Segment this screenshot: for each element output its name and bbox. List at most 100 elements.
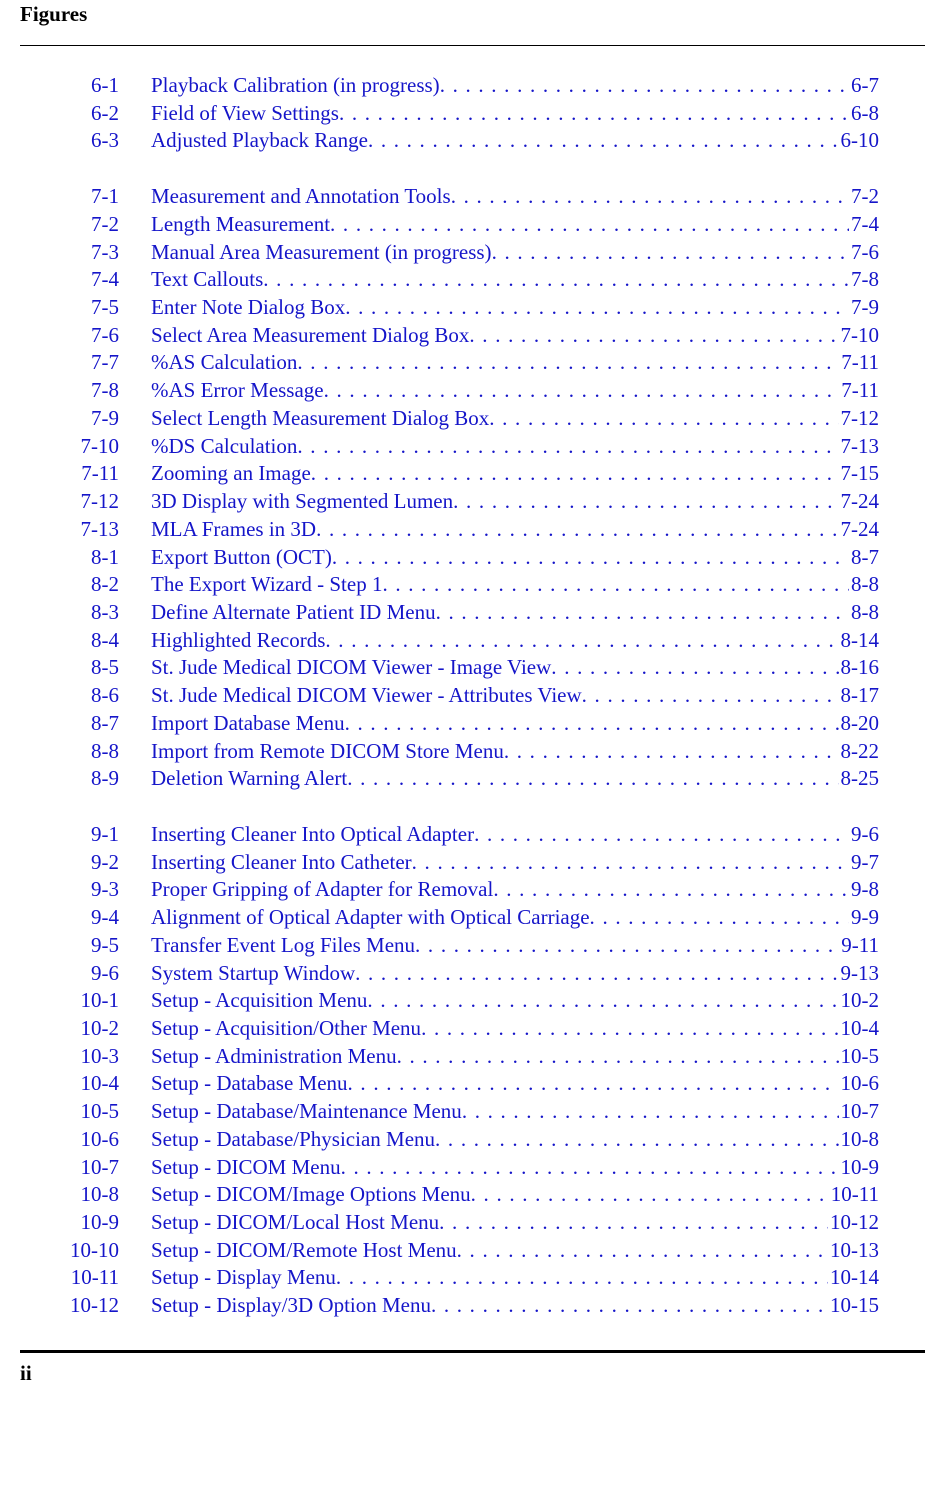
entry-number: 7-7 <box>24 349 151 377</box>
toc-entry[interactable]: 8-2The Export Wizard - Step 18-8 <box>24 571 925 599</box>
toc-entry[interactable]: 8-8Import from Remote DICOM Store Menu8-… <box>24 738 925 766</box>
entry-title-wrap: Setup - DICOM Menu <box>151 1154 839 1182</box>
entry-title: St. Jude Medical DICOM Viewer - Attribut… <box>151 682 582 710</box>
entry-title-wrap: Setup - Acquisition/Other Menu <box>151 1015 839 1043</box>
toc-entry[interactable]: 9-3Proper Gripping of Adapter for Remova… <box>24 876 925 904</box>
leader-dots <box>421 1015 838 1043</box>
entry-page: 9-11 <box>839 932 925 960</box>
toc-entry[interactable]: 6-2Field of View Settings6-8 <box>24 100 925 128</box>
toc-entry[interactable]: 7-6Select Area Measurement Dialog Box7-1… <box>24 322 925 350</box>
leader-dots <box>492 239 849 267</box>
toc-entry[interactable]: 10-4Setup - Database Menu10-6 <box>24 1070 925 1098</box>
entry-page: 9-13 <box>839 960 926 988</box>
toc-entry[interactable]: 9-2Inserting Cleaner Into Catheter 9-7 <box>24 849 925 877</box>
toc-entry[interactable]: 7-10%DS Calculation 7-13 <box>24 433 925 461</box>
entry-page: 8-8 <box>849 599 925 627</box>
toc-entry[interactable]: 6-1Playback Calibration (in progress)6-7 <box>24 72 925 100</box>
toc-entry[interactable]: 10-2Setup - Acquisition/Other Menu 10-4 <box>24 1015 925 1043</box>
toc-entry[interactable]: 10-11Setup - Display Menu10-14 <box>24 1264 925 1292</box>
entry-title: Adjusted Playback Range <box>151 127 368 155</box>
entry-number: 8-2 <box>24 571 151 599</box>
section-heading: Figures <box>20 2 925 27</box>
entry-title-wrap: Import Database Menu <box>151 710 839 738</box>
toc-entry[interactable]: 9-5Transfer Event Log Files Menu9-11 <box>24 932 925 960</box>
leader-dots <box>330 211 849 239</box>
entry-title: Setup - Database/Physician Menu <box>151 1126 435 1154</box>
toc-entry[interactable]: 8-6St. Jude Medical DICOM Viewer - Attri… <box>24 682 925 710</box>
leader-dots <box>436 599 849 627</box>
toc-entry[interactable]: 7-8%AS Error Message7-11 <box>24 377 925 405</box>
entry-title: Setup - DICOM/Local Host Menu <box>151 1209 439 1237</box>
entry-title: Alignment of Optical Adapter with Optica… <box>151 904 590 932</box>
entry-number: 8-5 <box>24 654 151 682</box>
entry-page: 7-15 <box>839 460 926 488</box>
entry-page: 10-5 <box>839 1043 926 1071</box>
leader-dots <box>493 876 849 904</box>
toc-entry[interactable]: 10-5Setup - Database/Maintenance Menu10-… <box>24 1098 925 1126</box>
entry-title: Setup - Acquisition/Other Menu <box>151 1015 421 1043</box>
leader-dots <box>397 1043 839 1071</box>
toc-entry[interactable]: 7-11Zooming an Image7-15 <box>24 460 925 488</box>
leader-dots <box>341 1154 839 1182</box>
entry-number: 9-2 <box>24 849 151 877</box>
entry-title-wrap: Select Length Measurement Dialog Box <box>151 405 839 433</box>
entry-title: Inserting Cleaner Into Catheter <box>151 849 412 877</box>
entry-page: 10-15 <box>828 1292 925 1320</box>
entry-title-wrap: Setup - DICOM/Image Options Menu <box>151 1181 829 1209</box>
entry-title: MLA Frames in 3D <box>151 516 316 544</box>
toc-entry[interactable]: 7-4Text Callouts 7-8 <box>24 266 925 294</box>
toc-entry[interactable]: 10-1Setup - Acquisition Menu10-2 <box>24 987 925 1015</box>
toc-entry[interactable]: 10-10Setup - DICOM/Remote Host Menu10-13 <box>24 1237 925 1265</box>
entry-title: Proper Gripping of Adapter for Removal <box>151 876 493 904</box>
toc-entry[interactable]: 6-3Adjusted Playback Range6-10 <box>24 127 925 155</box>
entry-title-wrap: Inserting Cleaner Into Optical Adapter <box>151 821 849 849</box>
entry-number: 7-3 <box>24 239 151 267</box>
entry-number: 7-2 <box>24 211 151 239</box>
entry-title: Inserting Cleaner Into Optical Adapter <box>151 821 474 849</box>
toc-entry[interactable]: 7-1Measurement and Annotation Tools 7-2 <box>24 183 925 211</box>
toc-entry[interactable]: 8-5St. Jude Medical DICOM Viewer - Image… <box>24 654 925 682</box>
entry-title-wrap: St. Jude Medical DICOM Viewer - Attribut… <box>151 682 839 710</box>
toc-entry[interactable]: 8-4Highlighted Records8-14 <box>24 627 925 655</box>
entry-title-wrap: The Export Wizard - Step 1 <box>151 571 849 599</box>
leader-dots <box>297 433 838 461</box>
toc-entry[interactable]: 8-1Export Button (OCT)8-7 <box>24 544 925 572</box>
toc-entry[interactable]: 10-9Setup - DICOM/Local Host Menu10-12 <box>24 1209 925 1237</box>
toc-entry[interactable]: 7-7%AS Calculation 7-11 <box>24 349 925 377</box>
leader-dots <box>297 349 839 377</box>
toc-entry[interactable]: 10-6Setup - Database/Physician Menu10-8 <box>24 1126 925 1154</box>
entry-title-wrap: Proper Gripping of Adapter for Removal <box>151 876 849 904</box>
leader-dots <box>440 72 849 100</box>
toc-entry[interactable]: 9-1Inserting Cleaner Into Optical Adapte… <box>24 821 925 849</box>
entry-title: Setup - Administration Menu <box>151 1043 397 1071</box>
toc-entry[interactable]: 7-9Select Length Measurement Dialog Box7… <box>24 405 925 433</box>
entry-number: 9-3 <box>24 876 151 904</box>
toc-entry[interactable]: 7-2Length Measurement7-4 <box>24 211 925 239</box>
entry-title-wrap: Export Button (OCT) <box>151 544 849 572</box>
entry-title: Enter Note Dialog Box <box>151 294 345 322</box>
leader-dots <box>367 987 838 1015</box>
leader-dots <box>311 460 839 488</box>
entry-number: 10-8 <box>24 1181 151 1209</box>
toc-entry[interactable]: 8-3Define Alternate Patient ID Menu8-8 <box>24 599 925 627</box>
toc-entry[interactable]: 8-7Import Database Menu8-20 <box>24 710 925 738</box>
toc-entry[interactable]: 10-8Setup - DICOM/Image Options Menu10-1… <box>24 1181 925 1209</box>
toc-entry[interactable]: 9-6System Startup Window9-13 <box>24 960 925 988</box>
entry-title: Zooming an Image <box>151 460 311 488</box>
toc-entry[interactable]: 9-4Alignment of Optical Adapter with Opt… <box>24 904 925 932</box>
toc-entry[interactable]: 8-9Deletion Warning Alert8-25 <box>24 765 925 793</box>
toc-entry[interactable]: 10-3Setup - Administration Menu10-5 <box>24 1043 925 1071</box>
toc-entry[interactable]: 7-3Manual Area Measurement (in progress)… <box>24 239 925 267</box>
toc-entry[interactable]: 7-123D Display with Segmented Lumen 7-24 <box>24 488 925 516</box>
toc-entry[interactable]: 10-7Setup - DICOM Menu10-9 <box>24 1154 925 1182</box>
toc-entry[interactable]: 7-13MLA Frames in 3D 7-24 <box>24 516 925 544</box>
entry-title-wrap: Text Callouts <box>151 266 849 294</box>
entry-title: Import from Remote DICOM Store Menu <box>151 738 504 766</box>
toc-entry[interactable]: 7-5Enter Note Dialog Box7-9 <box>24 294 925 322</box>
entry-title: %AS Calculation <box>151 349 297 377</box>
entry-number: 8-7 <box>24 710 151 738</box>
leader-dots <box>382 571 849 599</box>
toc-entry[interactable]: 10-12Setup - Display/3D Option Menu10-15 <box>24 1292 925 1320</box>
leader-dots <box>412 849 849 877</box>
entry-title: Field of View Settings <box>151 100 339 128</box>
